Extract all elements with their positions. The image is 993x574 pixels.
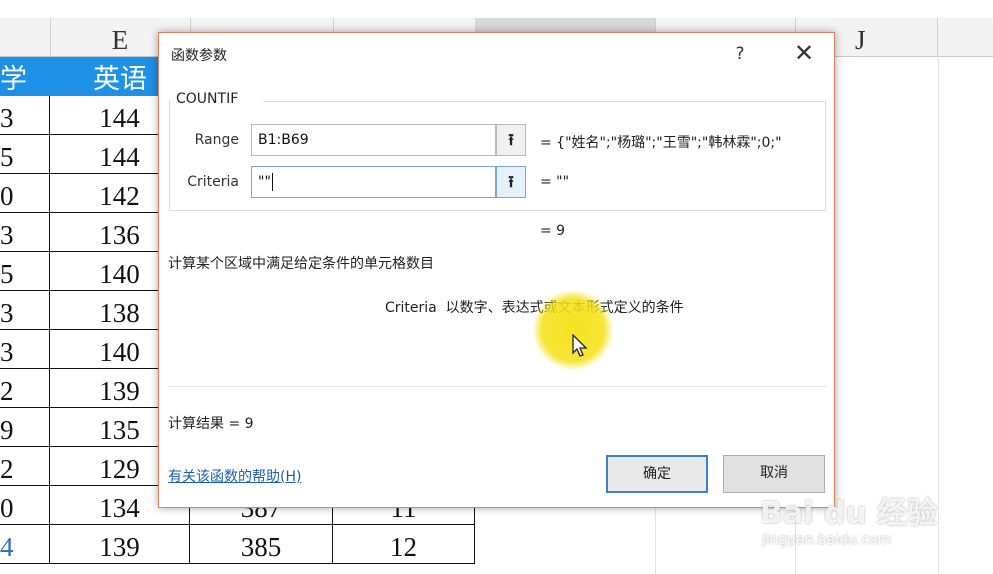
cell-d[interactable]: 5 (0, 135, 50, 174)
cell-d[interactable]: 0 (0, 486, 50, 525)
cell-d[interactable]: 4 (0, 525, 50, 564)
sheet-top-strip (0, 0, 993, 18)
range-label: Range (194, 132, 239, 148)
criteria-result: = "" (540, 174, 570, 190)
cell-d[interactable]: 3 (0, 291, 50, 330)
cell-d[interactable]: 9 (0, 408, 50, 447)
criteria-label: Criteria (187, 174, 239, 190)
cell-d[interactable]: 3 (0, 213, 50, 252)
function-arguments-dialog: 函数参数 ? ✕ COUNTIF Range B1:B69 ⭱ = {"姓名";… (158, 32, 835, 508)
cell-d[interactable]: 0 (0, 174, 50, 213)
cell-english[interactable]: 139 (50, 525, 190, 564)
cell-d[interactable]: 2 (0, 447, 50, 486)
mouse-pointer-icon (572, 334, 588, 357)
collapse-arrow-icon: ⭱ (508, 172, 514, 191)
collapse-arrow-icon: ⭱ (508, 130, 514, 149)
divider (168, 386, 826, 387)
calculation-result: 计算结果 = 9 (168, 416, 254, 432)
formula-result: = 9 (540, 223, 566, 239)
function-name: COUNTIF (176, 91, 239, 107)
cell-d[interactable]: 2 (0, 369, 50, 408)
close-button[interactable]: ✕ (787, 39, 821, 69)
criteria-value: "" (258, 174, 271, 190)
text-caret (271, 173, 273, 191)
range-collapse-button[interactable]: ⭱ (496, 124, 526, 156)
argument-description: Criteria 以数字、表达式或文本形式定义的条件 (385, 297, 684, 317)
cell-d[interactable]: 3 (0, 96, 50, 135)
gridline (938, 56, 939, 574)
dialog-title: 函数参数 (171, 48, 227, 64)
cell-g[interactable]: 12 (333, 525, 475, 564)
cursor-highlight (533, 290, 613, 370)
range-result: = {"姓名";"杨璐";"王雪";"韩林霖";0;" (540, 135, 782, 151)
criteria-input[interactable]: "" (251, 166, 496, 198)
range-input[interactable]: B1:B69 (251, 124, 496, 156)
dialog-titlebar[interactable]: 函数参数 ? ✕ (159, 33, 834, 75)
function-description: 计算某个区域中满足给定条件的单元格数目 (168, 256, 434, 272)
ok-button[interactable]: 确定 (606, 455, 708, 493)
argument-description-name: Criteria (385, 300, 437, 316)
header-cell-d[interactable]: 学 (0, 57, 50, 96)
cell-d[interactable]: 3 (0, 330, 50, 369)
cell-f[interactable]: 385 (190, 525, 333, 564)
watermark-logo: Bai du 经验 (760, 496, 938, 531)
criteria-collapse-button[interactable]: ⭱ (496, 166, 526, 198)
cell-d[interactable]: 5 (0, 252, 50, 291)
watermark-url: jingyan.baidu.com (762, 532, 892, 548)
function-help-link[interactable]: 有关该函数的帮助(H) (168, 466, 301, 486)
help-button[interactable]: ? (725, 39, 755, 69)
column-header-d[interactable] (0, 18, 51, 56)
